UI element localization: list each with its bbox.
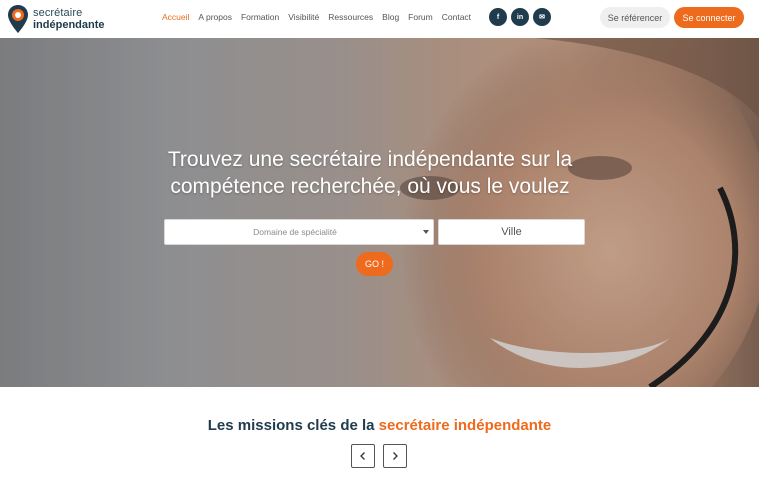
specialty-select[interactable]: Domaine de spécialité xyxy=(164,219,434,245)
nav-item-ressources[interactable]: Ressources xyxy=(328,11,373,25)
main-nav: Accueil A propos Formation Visibilité Re… xyxy=(162,11,480,25)
facebook-glyph: f xyxy=(496,13,500,21)
nav-item-forum[interactable]: Forum xyxy=(408,11,433,25)
register-button[interactable]: Se référencer xyxy=(600,7,670,28)
nav-item-blog[interactable]: Blog xyxy=(382,11,399,25)
nav-item-visibilite[interactable]: Visibilité xyxy=(288,11,319,25)
nav-item-contact[interactable]: Contact xyxy=(442,11,471,25)
missions-title-prefix: Les missions clés de la xyxy=(207,417,379,434)
specialty-select-value: Domaine de spécialité xyxy=(253,227,337,237)
chevron-right-icon xyxy=(393,452,398,460)
hero-title: Trouvez une secrétaire indépendante sur … xyxy=(167,148,573,198)
nav-item-formation[interactable]: Formation xyxy=(241,11,279,25)
site-header: secrétaire indépendante Accueil A propos… xyxy=(0,0,759,38)
nav-item-accueil[interactable]: Accueil xyxy=(162,11,189,25)
logo-text-line2: indépendante xyxy=(33,19,105,31)
nav-item-a-propos[interactable]: A propos xyxy=(198,11,232,25)
missions-title: Les missions clés de la secrétaire indép… xyxy=(0,417,759,435)
logo-pin-icon xyxy=(8,5,28,33)
missions-title-accent: secrétaire indépendante xyxy=(378,417,552,434)
facebook-icon[interactable]: f xyxy=(489,8,507,26)
hero-banner: Trouvez une secrétaire indépendante sur … xyxy=(0,38,759,387)
carousel-prev-button[interactable] xyxy=(351,444,375,468)
chevron-down-icon xyxy=(423,230,429,234)
go-button[interactable]: GO ! xyxy=(356,252,393,276)
site-logo[interactable]: secrétaire indépendante xyxy=(7,4,117,34)
email-icon[interactable]: ✉ xyxy=(533,8,551,26)
login-button[interactable]: Se connecter xyxy=(674,7,744,28)
email-glyph: ✉ xyxy=(539,13,545,21)
logo-text-line1: secrétaire xyxy=(33,7,83,19)
chevron-left-icon xyxy=(360,452,365,460)
hero-overlay xyxy=(0,38,759,387)
carousel-next-button[interactable] xyxy=(383,444,407,468)
city-input[interactable] xyxy=(438,219,585,245)
linkedin-glyph: in xyxy=(516,13,524,21)
linkedin-icon[interactable]: in xyxy=(511,8,529,26)
